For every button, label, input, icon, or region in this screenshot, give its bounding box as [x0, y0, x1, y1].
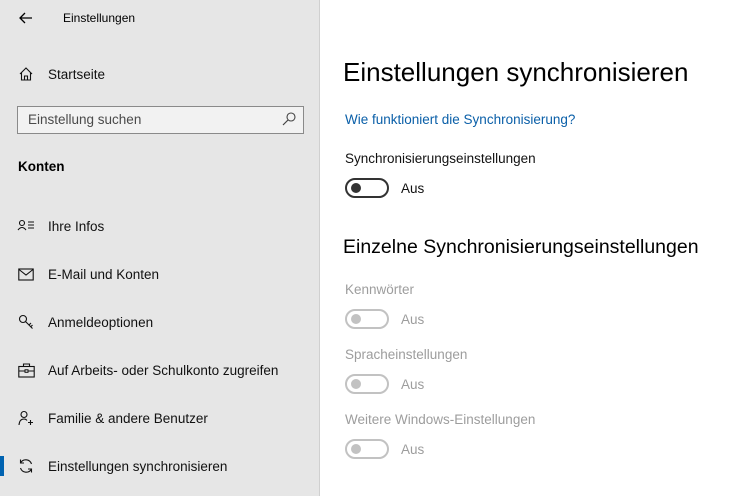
nav-home[interactable]: Startseite	[0, 54, 320, 94]
briefcase-icon	[17, 361, 35, 379]
other-windows-toggle[interactable]	[345, 439, 389, 459]
language-state: Aus	[401, 377, 425, 392]
sidebar-item-label: Anmeldeoptionen	[48, 314, 154, 330]
sidebar-item-email[interactable]: E-Mail und Konten	[0, 254, 320, 294]
sidebar-item-label: Einstellungen synchronisieren	[48, 458, 228, 474]
language-toggle[interactable]	[345, 374, 389, 394]
other-windows-label: Weitere Windows-Einstellungen	[345, 412, 536, 427]
language-label: Spracheinstellungen	[345, 347, 468, 362]
toggle-knob	[351, 314, 361, 324]
back-button[interactable]	[14, 6, 38, 30]
toggle-knob	[351, 379, 361, 389]
sidebar-item-ihre-infos[interactable]: Ihre Infos	[0, 206, 320, 246]
sidebar-item-anmeldeoptionen[interactable]: Anmeldeoptionen	[0, 302, 320, 342]
content-pane: Einstellungen synchronisieren Wie funkti…	[320, 0, 740, 496]
master-sync-label: Synchronisierungseinstellungen	[345, 151, 536, 166]
sync-icon	[17, 457, 35, 475]
sidebar-item-label: Familie & andere Benutzer	[48, 410, 208, 426]
title-bar: Einstellungen	[0, 0, 320, 36]
mail-icon	[17, 265, 35, 283]
sidebar-item-familie[interactable]: Familie & andere Benutzer	[0, 398, 320, 438]
person-card-icon	[17, 217, 35, 235]
search-input[interactable]	[18, 107, 278, 132]
sidebar-item-label: Ihre Infos	[48, 218, 105, 234]
back-arrow-icon	[19, 12, 32, 24]
key-icon	[17, 313, 35, 331]
toggle-knob	[351, 444, 361, 454]
page-title: Einstellungen synchronisieren	[343, 57, 689, 87]
sidebar-item-arbeitskonto[interactable]: Auf Arbeits- oder Schulkonto zugreifen	[0, 350, 320, 390]
passwords-label: Kennwörter	[345, 282, 415, 297]
person-add-icon	[17, 409, 35, 427]
search-icon[interactable]	[281, 111, 297, 127]
passwords-toggle[interactable]	[345, 309, 389, 329]
passwords-state: Aus	[401, 312, 425, 327]
master-sync-state: Aus	[401, 181, 425, 196]
search-box[interactable]	[17, 106, 304, 134]
individual-sync-heading: Einzelne Synchronisierungseinstellungen	[343, 236, 699, 258]
home-icon	[17, 65, 35, 83]
navigation-pane: Einstellungen Startseite Konten Ihre Inf…	[0, 0, 320, 496]
nav-home-label: Startseite	[48, 66, 106, 82]
section-heading: Konten	[18, 159, 65, 174]
master-sync-toggle[interactable]	[345, 178, 389, 198]
sidebar-item-label: Auf Arbeits- oder Schulkonto zugreifen	[48, 362, 279, 378]
sidebar-item-label: E-Mail und Konten	[48, 266, 160, 282]
sidebar-item-sync[interactable]: Einstellungen synchronisieren	[0, 446, 320, 486]
active-indicator	[0, 456, 4, 476]
help-link[interactable]: Wie funktioniert die Synchronisierung?	[345, 112, 575, 127]
app-title: Einstellungen	[63, 11, 136, 25]
toggle-knob	[351, 183, 361, 193]
other-windows-state: Aus	[401, 442, 425, 457]
